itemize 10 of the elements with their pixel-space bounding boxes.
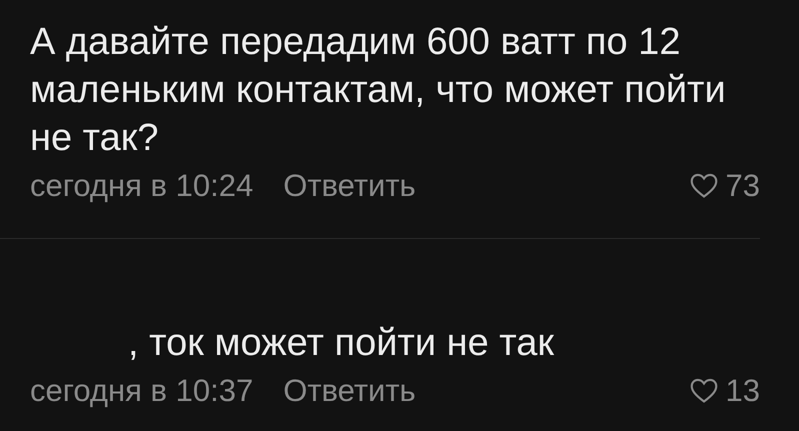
comment-time: сегодня в 10:24 <box>30 166 254 205</box>
like-count: 13 <box>726 372 760 410</box>
comment-text: , ток может пойти не так <box>128 321 556 366</box>
like-count: 73 <box>726 166 760 205</box>
heart-icon[interactable] <box>690 173 718 199</box>
reply-link[interactable]: Ответить <box>283 368 416 414</box>
reply-link[interactable]: Ответить <box>283 162 416 210</box>
comment-text: А давайте передадим 600 ватт по 12 маленьким контактам, что может пойти не так? <box>30 20 727 161</box>
comment-time: сегодня в 10:37 <box>30 372 254 410</box>
heart-icon[interactable] <box>690 378 718 404</box>
